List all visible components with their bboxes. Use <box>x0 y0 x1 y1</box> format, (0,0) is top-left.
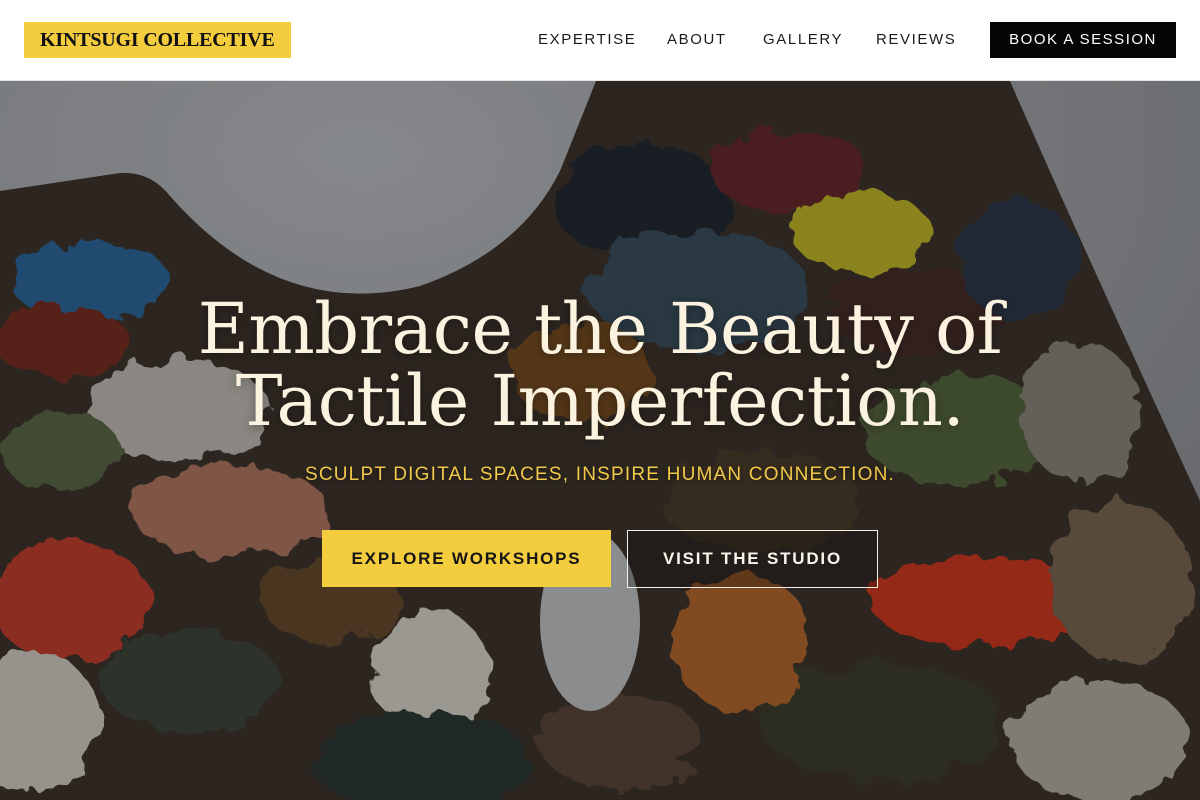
hero-section: Embrace the Beauty of Tactile Imperfecti… <box>0 81 1200 800</box>
visit-studio-button[interactable]: VISIT THE STUDIO <box>627 530 878 588</box>
hero-headline: Embrace the Beauty of Tactile Imperfecti… <box>0 293 1200 437</box>
hero-tagline: SCULPT DIGITAL SPACES, INSPIRE HUMAN CON… <box>304 464 896 485</box>
nav-link-expertise[interactable]: EXPERTISE <box>538 0 636 80</box>
nav-link-reviews[interactable]: REVIEWS <box>876 0 956 80</box>
nav-link-gallery[interactable]: GALLERY <box>763 0 843 80</box>
nav-link-about[interactable]: ABOUT <box>667 0 727 80</box>
hero-headline-line-2: Tactile Imperfection. <box>235 360 965 442</box>
explore-workshops-button[interactable]: EXPLORE WORKSHOPS <box>322 530 611 587</box>
site-header: KINTSUGI COLLECTIVE EXPERTISE ABOUT GALL… <box>0 0 1200 81</box>
hero-headline-line-1: Embrace the Beauty of <box>197 288 1003 370</box>
book-session-button[interactable]: BOOK A SESSION <box>990 22 1176 58</box>
